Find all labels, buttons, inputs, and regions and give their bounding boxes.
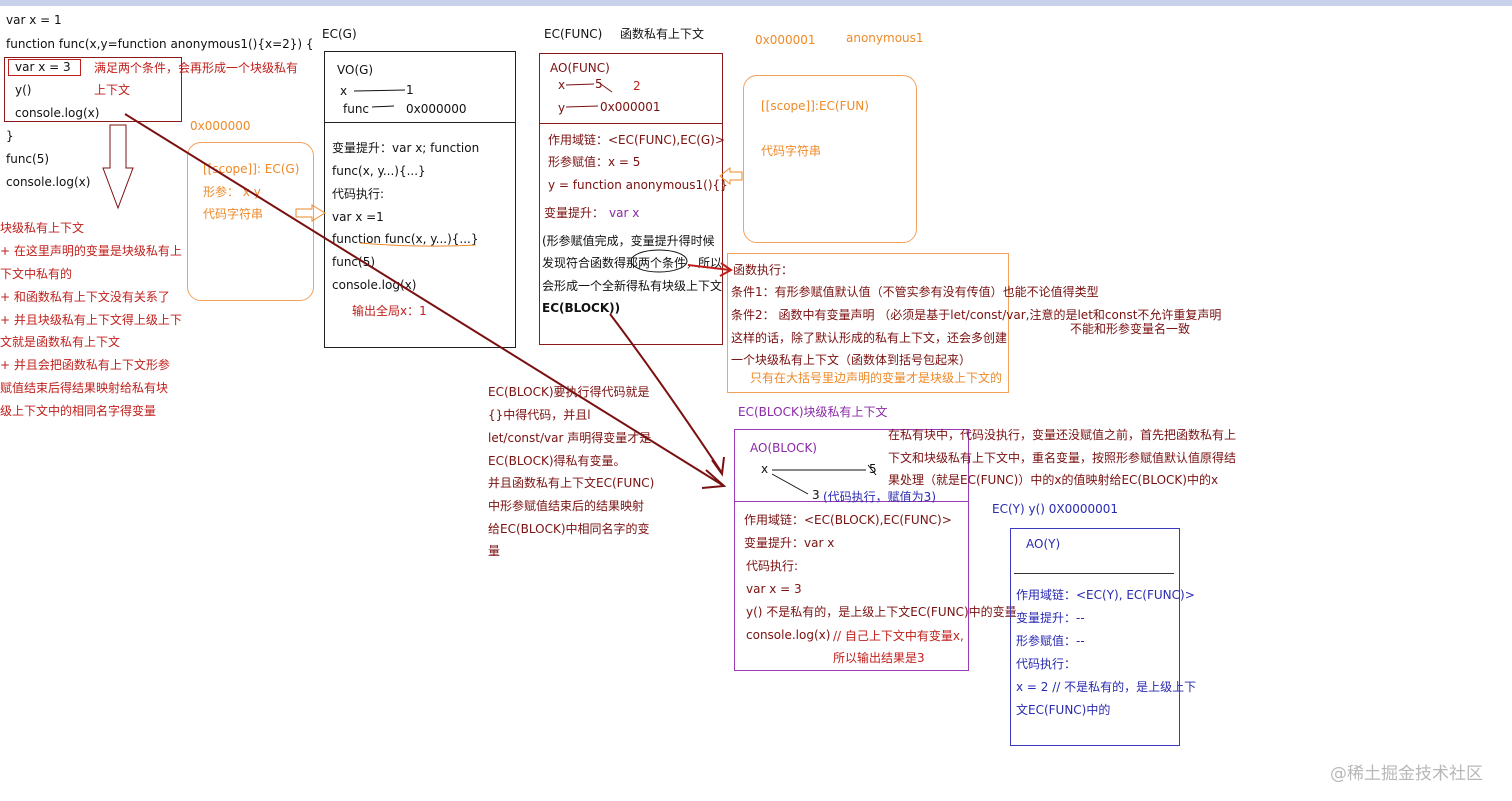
ecg-x-line [353, 89, 406, 92]
ecblock-x-line-2 [771, 473, 809, 495]
ecg-underline [359, 242, 477, 247]
left-hollow-arrow [719, 166, 743, 186]
ecfunc-x-strike [597, 81, 613, 93]
ecfunc-y-line [565, 105, 599, 108]
diagram-arrows [102, 81, 877, 495]
ecfunc-x-line [565, 83, 595, 86]
right-hollow-arrow [295, 204, 326, 222]
long-arrow-code-to-block [124, 113, 725, 487]
down-hollow-arrow [102, 124, 134, 210]
ecg-func-line [371, 105, 395, 108]
ecfunc-highlight-ellipse [630, 249, 688, 273]
ecblock-x-strike [867, 464, 877, 476]
